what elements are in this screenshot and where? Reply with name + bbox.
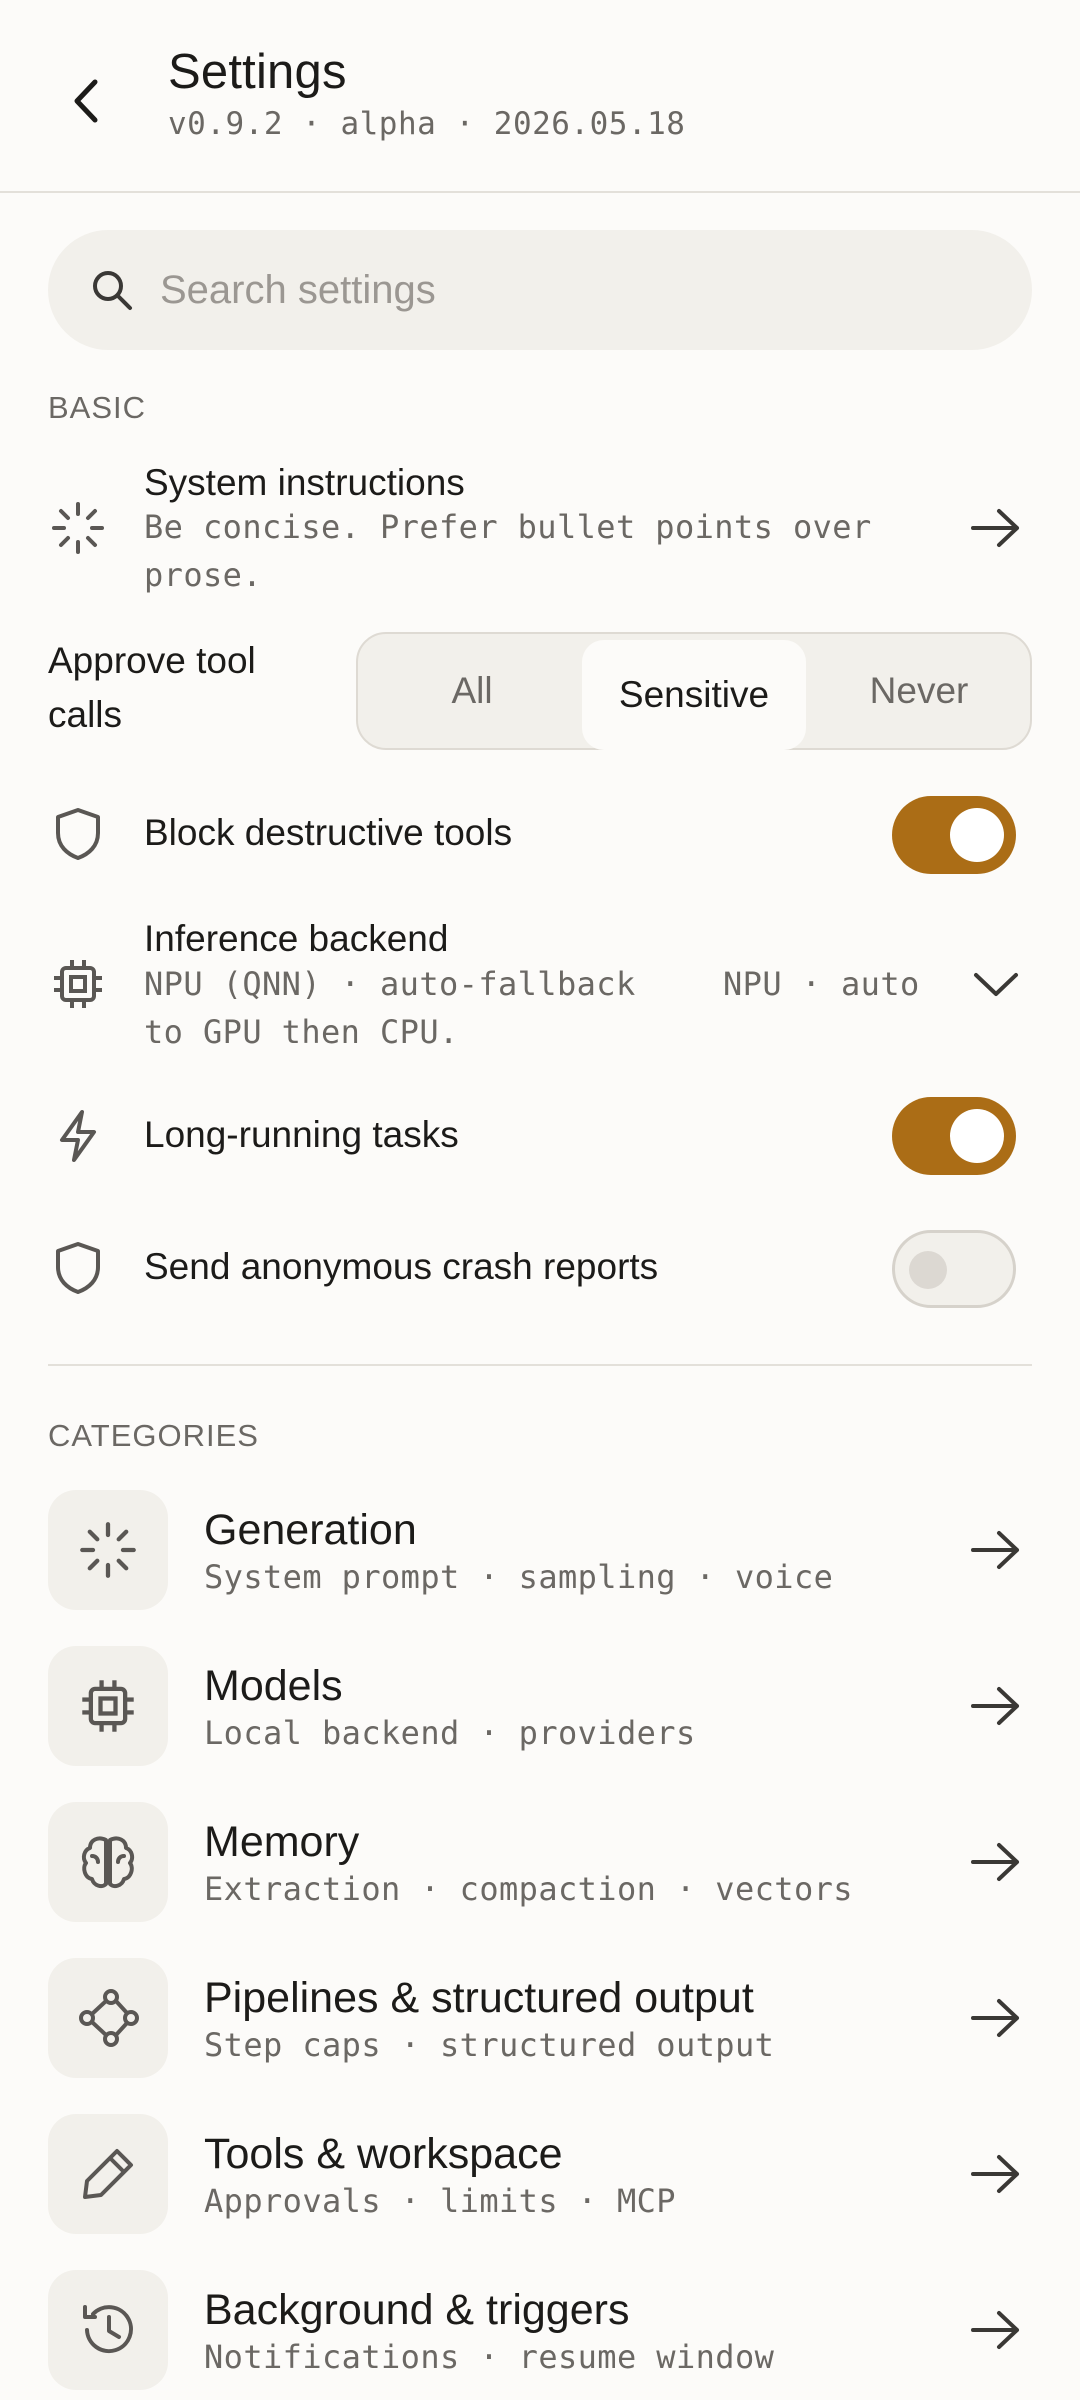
arrow-right-icon (964, 1832, 1028, 1892)
category-title: Models (204, 1662, 343, 1710)
approve-label-line1: Approve tool (48, 640, 256, 681)
arrow-right-icon (964, 2300, 1028, 2360)
chevron-down-icon (964, 954, 1028, 1014)
system-instructions-title: System instructions (144, 462, 465, 503)
segment-option-all[interactable]: All (364, 634, 580, 748)
inference-backend-selected-value: NPU · auto (723, 965, 920, 1003)
page-title: Settings (168, 45, 347, 99)
arrow-right-icon (964, 498, 1028, 558)
search-icon (90, 268, 134, 312)
category-desc: Approvals · limits · MCP (204, 2182, 676, 2220)
section-divider (48, 1364, 1032, 1366)
approve-tool-calls-label: Approve tool calls (48, 634, 328, 742)
section-label-basic: BASIC (48, 390, 147, 425)
search-input[interactable] (160, 250, 980, 330)
category-title: Background & triggers (204, 2286, 630, 2334)
approve-label-line2: calls (48, 694, 123, 735)
block-destructive-toggle[interactable] (892, 796, 1016, 874)
graph-nodes-icon (48, 1958, 168, 2078)
long-running-toggle[interactable] (892, 1097, 1016, 1175)
version-line: v0.9.2 · alpha · 2026.05.18 (168, 106, 686, 142)
chip-icon (48, 954, 108, 1014)
chevron-left-icon (65, 76, 105, 126)
category-desc: Notifications · resume window (204, 2338, 775, 2376)
inference-backend-desc-line2: to GPU then CPU. (144, 1013, 459, 1051)
category-title: Memory (204, 1818, 360, 1866)
category-title: Pipelines & structured output (204, 1974, 754, 2022)
system-instructions-value-line2: prose. (144, 556, 262, 594)
back-button[interactable] (40, 56, 130, 146)
app-header: Settings v0.9.2 · alpha · 2026.05.18 (0, 0, 1080, 193)
inference-backend-desc-line1: NPU (QNN) · auto-fallback (144, 965, 636, 1003)
arrow-right-icon (964, 2144, 1028, 2204)
arrow-right-icon (964, 1988, 1028, 2048)
segment-option-sensitive[interactable]: Sensitive (582, 640, 806, 750)
category-title: Tools & workspace (204, 2130, 563, 2178)
category-desc: Extraction · compaction · vectors (204, 1870, 853, 1908)
segment-option-never[interactable]: Never (810, 634, 1028, 748)
section-label-categories: CATEGORIES (48, 1418, 259, 1453)
pencil-icon (48, 2114, 168, 2234)
system-instructions-value-line1: Be concise. Prefer bullet points over (144, 508, 872, 546)
search-bar[interactable] (48, 230, 1032, 350)
long-running-title: Long-running tasks (144, 1114, 459, 1155)
shield-icon (48, 1238, 108, 1298)
category-desc: Step caps · structured output (204, 2026, 775, 2064)
category-desc: Local backend · providers (204, 1714, 696, 1752)
arrow-right-icon (964, 1676, 1028, 1736)
approve-tool-calls-segmented: All Sensitive Never (356, 632, 1032, 750)
sparkle-icon (48, 498, 108, 558)
category-title: Generation (204, 1506, 417, 1554)
sparkle-icon (48, 1490, 168, 1610)
block-destructive-title: Block destructive tools (144, 812, 513, 853)
inference-backend-title: Inference backend (144, 918, 449, 959)
category-desc: System prompt · sampling · voice (204, 1558, 834, 1596)
history-icon (48, 2270, 168, 2390)
crash-reports-toggle[interactable] (892, 1230, 1016, 1308)
arrow-right-icon (964, 1520, 1028, 1580)
crash-reports-title: Send anonymous crash reports (144, 1246, 659, 1287)
shield-icon (48, 804, 108, 864)
lightning-icon (48, 1106, 108, 1166)
brain-icon (48, 1802, 168, 1922)
chip-icon (48, 1646, 168, 1766)
